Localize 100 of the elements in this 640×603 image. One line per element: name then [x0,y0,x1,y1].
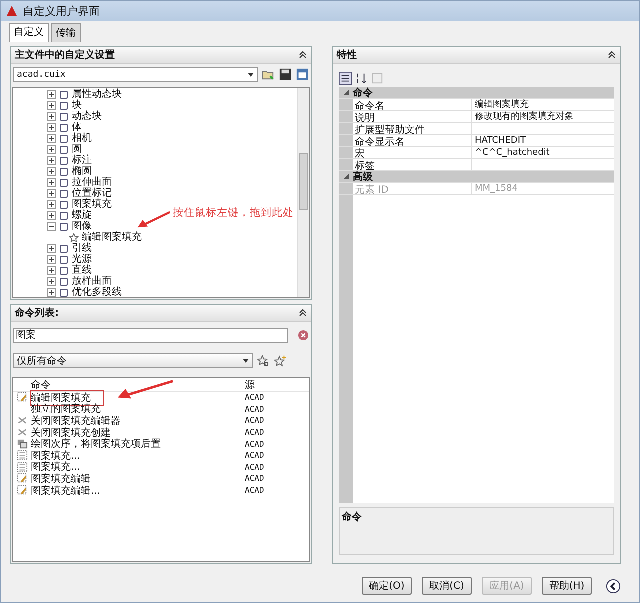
sort-icon[interactable] [355,72,368,85]
command-item[interactable]: 图案填充... [31,448,81,463]
scrollbar[interactable] [297,88,309,297]
property-value[interactable]: 修改现有的图案填充对象 [475,112,574,122]
annotation-arrow [117,379,175,401]
window-title: 自定义用户界面 [23,4,100,18]
tree-item[interactable]: 图案填充 [72,199,112,210]
column-header[interactable]: 命令 [13,378,245,392]
hatch-edit-icon [16,473,28,484]
command-item[interactable]: 独立的图案填充 [31,402,101,416]
source-cell: ACAD [245,404,264,414]
collapse-icon[interactable] [608,51,616,59]
command-item[interactable]: 绘图次序，将图案填充项后置 [31,437,161,452]
expand-icon[interactable] [47,244,56,253]
tree-item[interactable]: 图像 [72,221,92,232]
star-search-icon[interactable] [257,355,270,368]
tree-item[interactable]: 放样曲面 [72,276,112,287]
dialog-button[interactable]: 确定(O) [362,577,412,595]
star-icon[interactable] [274,355,287,368]
command-item[interactable]: 图案填充... [31,460,81,474]
hatch-icon [16,450,28,462]
tree-item[interactable]: 螺旋 [72,210,92,221]
tab[interactable]: 自定义 [9,23,49,42]
tree-item[interactable]: 光源 [72,254,92,265]
dialog-button[interactable]: 取消(C) [422,577,472,595]
tree-item[interactable]: 引线 [72,243,92,254]
filter-dropdown[interactable]: 仅所有命令 [13,353,253,368]
annotation-text: 按住鼠标左键，拖到此处 [173,206,294,220]
command-item[interactable]: 图案填充编辑... [31,484,101,498]
tree-item[interactable]: 直线 [72,265,92,276]
expand-icon[interactable] [47,145,56,154]
window-icon[interactable] [296,68,309,81]
expand-icon[interactable] [47,277,56,286]
file-dropdown[interactable]: acad.cuix [13,67,258,82]
panel-title: 命令列表: [15,306,59,320]
categorized-icon[interactable] [339,72,352,85]
tree-item[interactable]: 标注 [72,155,92,166]
column-header[interactable]: 源 [245,378,255,392]
collapse-icon[interactable] [299,51,307,59]
tree-item[interactable]: 动态块 [72,111,102,122]
expand-icon[interactable] [47,178,56,187]
expand-icon[interactable] [47,156,56,165]
command-item[interactable]: 关闭图案填充编辑器 [31,414,121,428]
source-cell: ACAD [245,486,264,496]
property-name: 命令显示名 [353,135,472,146]
app-icon [6,5,18,17]
tree-item[interactable]: 属性动态块 [72,89,122,100]
expand-icon[interactable] [47,266,56,275]
collapse-icon[interactable] [47,222,56,231]
tree-item[interactable]: 编辑图案填充 [82,232,142,243]
property-value[interactable]: HATCHEDIT [475,136,526,146]
description-title: 命令 [342,512,362,523]
dropdown-arrow-icon[interactable] [248,72,254,76]
property-name: 扩展型帮助文件 [353,123,472,134]
tree-item[interactable]: 拉伸曲面 [72,177,112,188]
tree-item[interactable]: 椭圆 [72,166,92,177]
expand-icon[interactable] [47,134,56,143]
expand-icon[interactable] [47,211,56,220]
source-cell: ACAD [245,428,264,438]
expand-icon[interactable] [47,288,56,297]
source-cell: ACAD [245,451,264,460]
source-cell: ACAD [245,393,264,402]
tree-item[interactable]: 体 [72,122,82,133]
property-value[interactable]: ^C^C_hatchedit [475,148,550,158]
tree-item[interactable]: 优化多段线 [72,287,122,297]
property-name: 说明 [353,111,472,122]
annotation-arrow [137,210,171,230]
source-cell: ACAD [245,462,264,472]
panel-title: 特性 [337,48,357,62]
expand-icon[interactable] [47,90,56,99]
category-label[interactable]: 命令 [353,86,373,100]
dropdown-arrow-icon[interactable] [243,358,249,362]
command-item[interactable]: 图案填充编辑 [31,472,91,486]
command-item[interactable]: 关闭图案填充创建 [31,426,111,440]
dialog-button[interactable]: 帮助(H) [542,577,592,595]
clear-icon[interactable] [298,330,309,341]
expand-icon[interactable] [47,200,56,209]
category-label[interactable]: 高级 [353,170,373,184]
expand-icon[interactable] [47,255,56,264]
tree-item[interactable]: 块 [72,100,82,111]
collapse-icon[interactable] [299,309,307,317]
expand-icon[interactable] [47,167,56,176]
close-icon [16,427,28,438]
expand-icon[interactable] [47,112,56,121]
tab[interactable]: 传输 [51,23,81,42]
save-icon[interactable] [279,68,292,81]
search-field[interactable]: 图案 [13,328,288,343]
expand-icon[interactable] [47,101,56,110]
collapse-left-icon[interactable] [606,578,621,594]
tree-item[interactable]: 圆 [72,144,82,155]
hatch-icon [16,462,28,473]
tree-item[interactable]: 位置标记 [72,188,112,199]
property-value[interactable]: 编辑图案填充 [475,100,529,110]
command-item[interactable]: 编辑图案填充 [31,390,103,405]
close-icon [16,415,28,426]
tree-item[interactable]: 相机 [72,133,92,144]
source-cell: ACAD [245,474,264,484]
property-name: 元素 ID [353,183,472,194]
expand-icon[interactable] [47,123,56,132]
expand-icon[interactable] [47,189,56,198]
